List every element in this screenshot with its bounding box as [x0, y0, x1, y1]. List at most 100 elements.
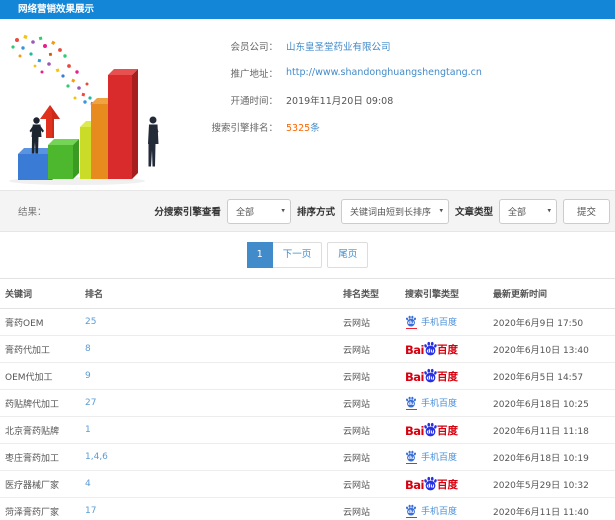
engine-type-cell: du 手机百度 [405, 497, 493, 520]
engine-rank-label: 搜索引擎排名： [211, 122, 278, 134]
keyword-cell: 膏药代加工 [0, 335, 85, 363]
baidu-logo-cn-text: 百度 [436, 479, 458, 491]
svg-text:du: du [427, 376, 435, 382]
red-underline [405, 516, 417, 518]
filter-controls: 分搜索引擎查看 全部 ▾ 排序方式 关键词由短到长排序 ▾ 文章类型 全部 ▾ … [154, 198, 610, 224]
baidu-logo-bai-text: Bai [405, 424, 424, 438]
rank-link[interactable]: 27 [85, 389, 343, 417]
rank-link[interactable]: 25 [85, 308, 343, 336]
update-time-cell: 2020年6月11日 11:18 [493, 416, 615, 444]
rank-link[interactable]: 17 [85, 497, 343, 520]
svg-text:du: du [408, 401, 414, 407]
engine-view-select[interactable]: 全部 ▾ [226, 198, 291, 224]
engine-rank-row: 搜索引擎排名： 5325条 [196, 113, 615, 140]
mobile-baidu-label: 手机百度 [421, 507, 458, 518]
keyword-rank-table: 关键词 排名 排名类型 搜索引擎类型 最新更新时间 膏药OEM 25 云网站 d… [0, 278, 615, 520]
last-page-button[interactable]: 尾页 [327, 242, 369, 268]
svg-text:du: du [408, 455, 414, 461]
company-info-rows: 会员公司： 山东皇圣堂药业有限公司 推广地址： http://www.shand… [196, 19, 615, 140]
mobile-baidu-label: 手机百度 [421, 318, 458, 329]
svg-text:du: du [408, 509, 414, 515]
baidu-paw-icon: du [405, 450, 417, 464]
update-time-cell: 2020年6月5日 14:57 [493, 362, 615, 390]
open-time-row: 开通时间： 2019年11月20日 09:08 [196, 86, 615, 113]
keyword-cell: 药贴牌代加工 [0, 389, 85, 417]
submit-button[interactable]: 提交 [562, 198, 610, 224]
rank-link[interactable]: 1,4,6 [85, 443, 343, 471]
engine-type-cell: Bai du 百度 [405, 416, 493, 444]
mobile-baidu-logo: du 手机百度 [405, 396, 458, 410]
baidu-paw-icon: du [424, 422, 437, 437]
rank-type-cell: 云网站 [343, 335, 405, 363]
keyword-cell: 北京膏药贴牌 [0, 416, 85, 444]
table-row: OEM代加工 9 云网站 Bai du 百度 2020年6月5日 14:57 [0, 362, 615, 390]
article-type-select[interactable]: 全部 ▾ [498, 198, 557, 224]
engine-type-cell: du 手机百度 [405, 389, 493, 417]
engine-rank-value: 5325条 [286, 120, 320, 134]
rank-type-cell: 云网站 [343, 308, 405, 336]
page-current[interactable]: 1 [246, 242, 273, 268]
table-row: 医疗器械厂家 4 云网站 Bai du 百度 2020年5月29日 10:32 [0, 470, 615, 498]
update-time-cell: 2020年6月11日 11:40 [493, 497, 615, 520]
result-label: 结果： [18, 207, 47, 218]
sort-select[interactable]: 关键词由短到长排序 ▾ [340, 198, 449, 224]
engine-view-selected: 全部 [235, 207, 254, 218]
baidu-logo-cn-text: 百度 [436, 371, 458, 383]
baidu-logo: Bai du 百度 [405, 341, 458, 357]
mobile-baidu-label: 手机百度 [421, 399, 458, 410]
sort-selected: 关键词由短到长排序 [349, 207, 431, 218]
bar-green [48, 139, 79, 179]
mobile-baidu-logo: du 手机百度 [405, 315, 458, 329]
col-update-time: 最新更新时间 [493, 278, 615, 309]
keyword-cell: 菏泽膏药厂家 [0, 497, 85, 520]
baidu-paw-icon: du [424, 476, 437, 491]
promo-url-row: 推广地址： http://www.shandonghuangshengtang.… [196, 59, 615, 86]
keyword-cell: 膏药OEM [0, 308, 85, 336]
open-time-value: 2019年11月20日 09:08 [286, 95, 394, 107]
update-time-cell: 2020年6月9日 17:50 [493, 308, 615, 336]
growth-bar-chart-illustration [9, 34, 159, 185]
svg-text:du: du [408, 320, 414, 326]
businessman-right [148, 116, 159, 167]
rank-type-cell: 云网站 [343, 389, 405, 417]
engine-type-cell: Bai du 百度 [405, 335, 493, 363]
rank-type-cell: 云网站 [343, 362, 405, 390]
article-type-selected: 全部 [507, 207, 526, 218]
col-rank: 排名 [85, 278, 343, 309]
chevron-down-icon: ▾ [547, 206, 551, 215]
baidu-logo-bai-text: Bai [405, 370, 424, 384]
table-body: 膏药OEM 25 云网站 du 手机百度 2020年6月9日 17:50 膏药代… [0, 308, 615, 520]
pagination: 1 下一页 尾页 [0, 232, 615, 278]
rank-unit: 条 [310, 122, 320, 134]
rank-link[interactable]: 9 [85, 362, 343, 390]
baidu-logo: Bai du 百度 [405, 422, 458, 438]
confetti-dots [11, 34, 95, 106]
baidu-logo-bai-text: Bai [405, 343, 424, 357]
keyword-cell: OEM代加工 [0, 362, 85, 390]
sort-label: 排序方式 [296, 207, 335, 218]
red-underline [405, 327, 417, 329]
table-row: 膏药代加工 8 云网站 Bai du 百度 2020年6月10日 13:40 [0, 335, 615, 363]
member-company-link[interactable]: 山东皇圣堂药业有限公司 [286, 39, 391, 53]
rank-link[interactable]: 1 [85, 416, 343, 444]
page-title: 网络营销效果展示 [18, 4, 95, 15]
next-page-button[interactable]: 下一页 [272, 242, 323, 268]
col-engine-type: 搜索引擎类型 [405, 278, 493, 309]
promo-url-link[interactable]: http://www.shandonghuangshengtang.cn [286, 67, 482, 78]
promo-url-label: 推广地址： [230, 68, 278, 80]
svg-text:du: du [427, 430, 435, 436]
table-header-row: 关键词 排名 排名类型 搜索引擎类型 最新更新时间 [0, 278, 615, 309]
table-row: 膏药OEM 25 云网站 du 手机百度 2020年6月9日 17:50 [0, 308, 615, 336]
svg-text:du: du [427, 484, 435, 490]
baidu-logo-cn-text: 百度 [436, 344, 458, 356]
article-type-label: 文章类型 [454, 207, 493, 218]
keyword-cell: 枣庄膏药加工 [0, 443, 85, 471]
svg-text:du: du [427, 349, 435, 355]
rank-link[interactable]: 4 [85, 470, 343, 498]
table-row: 北京膏药贴牌 1 云网站 Bai du 百度 2020年6月11日 11:18 [0, 416, 615, 444]
update-time-cell: 2020年6月18日 10:25 [493, 389, 615, 417]
engine-view-label: 分搜索引擎查看 [154, 207, 221, 218]
mobile-baidu-logo: du 手机百度 [405, 450, 457, 464]
rank-type-cell: 云网站 [343, 470, 405, 498]
rank-link[interactable]: 8 [85, 335, 343, 363]
